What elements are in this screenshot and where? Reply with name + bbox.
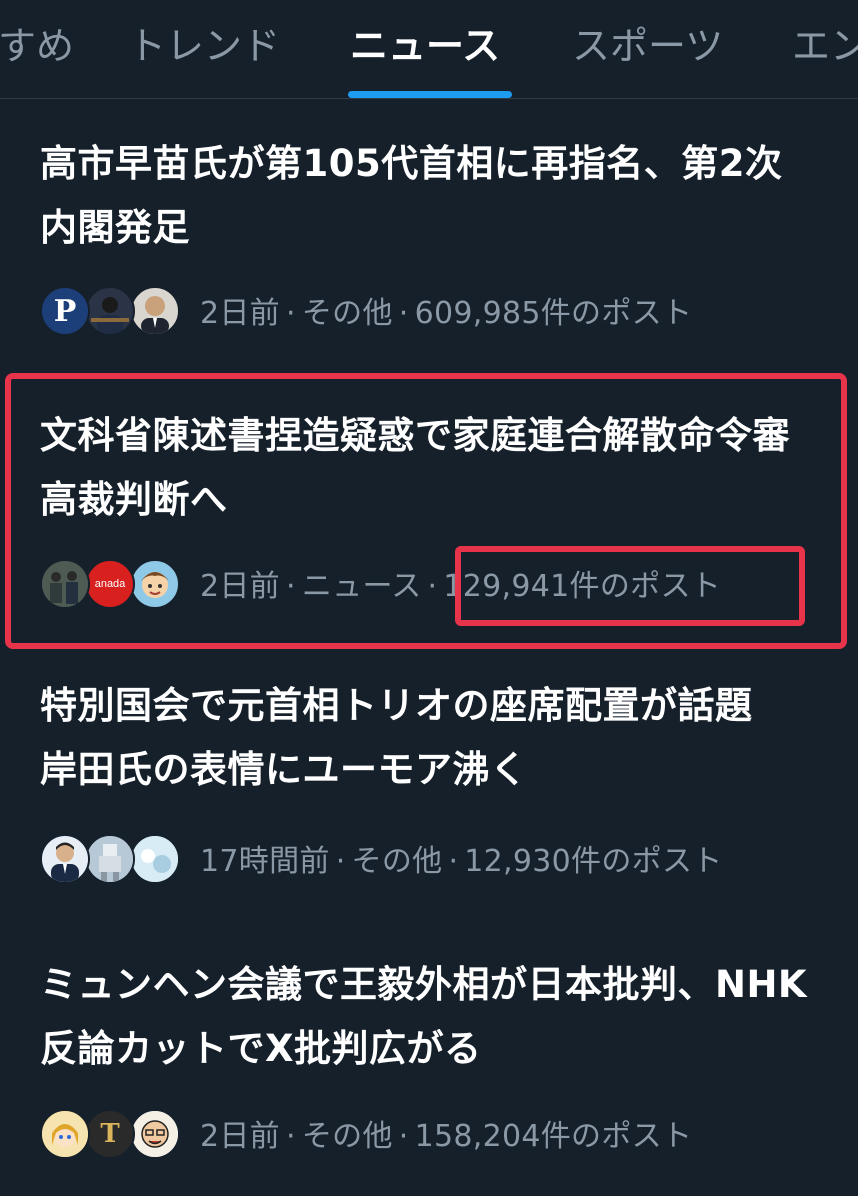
news-post-count: 158,204件のポスト [414, 1119, 693, 1154]
news-item[interactable]: 特別国会で元首相トリオの座席配置が話題 岸田氏の表情にユーモア沸く 17時間前 ·… [0, 650, 858, 920]
anime-girl-avatar [40, 1109, 90, 1159]
avatar-group: T [40, 1105, 180, 1161]
news-time: 17時間前 [200, 844, 330, 879]
news-time: 2日前 [200, 296, 280, 331]
news-post-count: 129,941件のポスト [443, 569, 722, 604]
news-headline: 高市早苗氏が第105代首相に再指名、第2次内閣発足 [40, 142, 783, 249]
tab-entertainment[interactable]: エン [792, 22, 858, 70]
caricature-avatar [130, 1109, 180, 1159]
mecha-avatar [85, 834, 135, 884]
person-avatar [130, 286, 180, 336]
news-meta: P 2日前 · その他 · 609,985件のポスト [40, 282, 692, 338]
tab-news[interactable]: ニュース [350, 22, 500, 70]
group-avatar [40, 559, 90, 609]
cartoon-boy-avatar [130, 559, 180, 609]
tab-trend[interactable]: トレンド [128, 22, 280, 70]
news-category: その他 [351, 844, 443, 879]
news-meta: 17時間前 · その他 · 12,930件のポスト [40, 830, 723, 886]
tab-recommended[interactable]: すめ [0, 22, 74, 70]
news-item[interactable]: 高市早苗氏が第105代首相に再指名、第2次内閣発足 P 2日前 · その他 · 609,… [0, 100, 858, 360]
news-post-count: 609,985件のポスト [414, 296, 693, 331]
snow-avatar [130, 834, 180, 884]
letter-t-avatar: T [85, 1109, 135, 1159]
news-category: ニュース [301, 569, 422, 604]
logo-avatar: anada [85, 559, 135, 609]
news-headline: 特別国会で元首相トリオの座席配置が話題 岸田氏の表情にユーモア沸く [40, 684, 790, 791]
person-avatar [40, 834, 90, 884]
letter-p-avatar: P [40, 286, 90, 336]
news-category: その他 [301, 1119, 393, 1154]
news-headline: ミュンヘン会議で王毅外相が日本批判、NHK反論カットでX批判広がる [40, 963, 808, 1070]
news-headline: 文科省陳述書捏造疑惑で家庭連合解散命令審 高裁判断へ [40, 414, 790, 521]
tab-sports[interactable]: スポーツ [572, 22, 723, 70]
news-meta: T 2日前 · その他 · 158,204件のポスト [40, 1105, 692, 1161]
avatar-group: P [40, 282, 180, 338]
news-item[interactable]: 文科省陳述書捏造疑惑で家庭連合解散命令審 高裁判断へ anada 2日前 · ニュー… [0, 380, 858, 645]
news-time: 2日前 [200, 569, 280, 604]
news-meta: anada 2日前 · ニュース · 129,941件のポスト [40, 555, 721, 611]
avatar-group [40, 830, 180, 886]
person-avatar [85, 286, 135, 336]
active-tab-indicator [348, 91, 512, 98]
news-category: その他 [301, 296, 393, 331]
news-post-count: 12,930件のポスト [464, 844, 723, 879]
news-item[interactable]: ミュンヘン会議で王毅外相が日本批判、NHK反論カットでX批判広がる T 2日前 ·… [0, 925, 858, 1196]
news-time: 2日前 [200, 1119, 280, 1154]
tab-bar: すめ トレンド ニュース スポーツ エン [0, 0, 858, 99]
avatar-group: anada [40, 555, 180, 611]
